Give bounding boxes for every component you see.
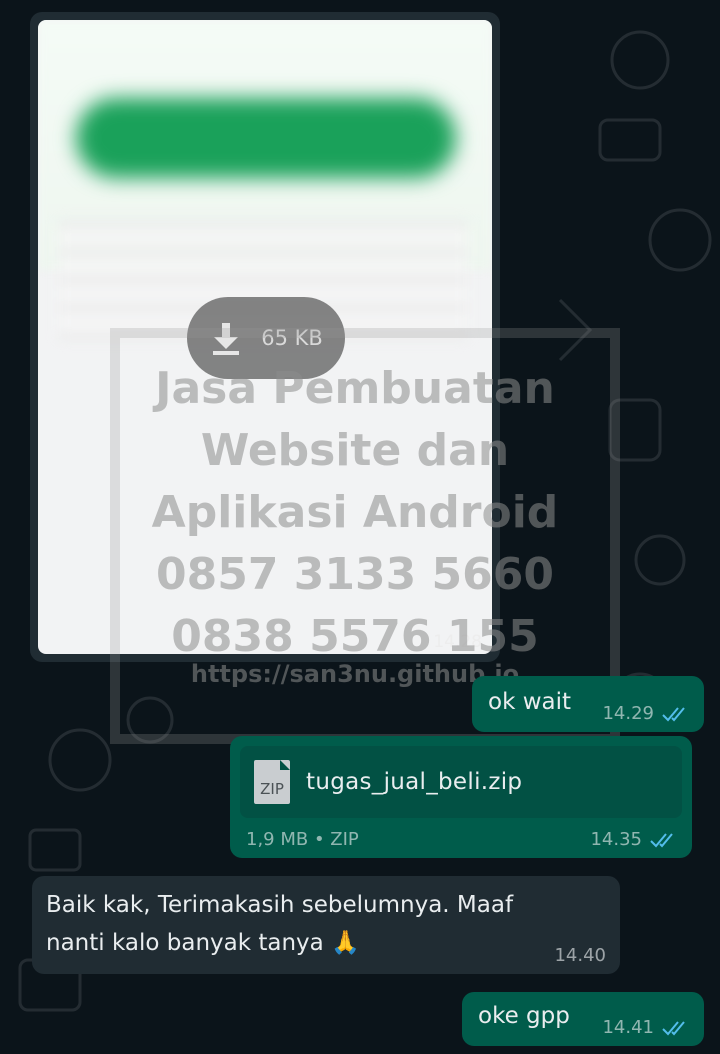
file-info: 1,9 MB • ZIP bbox=[246, 829, 359, 850]
message-line-2: nanti kalo banyak tanya 🙏 bbox=[46, 924, 513, 962]
zip-file-icon: ZIP bbox=[254, 760, 290, 804]
message-meta: 14.29 bbox=[602, 703, 690, 724]
message-text: ok wait bbox=[488, 689, 572, 715]
message-time: 14.35 bbox=[590, 829, 642, 850]
message-text: oke gpp bbox=[478, 1003, 570, 1029]
message-text: Baik kak, Terimakasih sebelumnya. Maaf n… bbox=[46, 886, 513, 962]
download-size: 65 KB bbox=[261, 326, 323, 350]
read-ticks-icon bbox=[662, 1019, 690, 1037]
image-blur-green-area bbox=[76, 98, 456, 178]
chat-area: 14.28 65 KB Jasa Pembuatan Website dan A… bbox=[0, 0, 720, 1054]
file-name: tugas_jual_beli.zip bbox=[306, 769, 523, 795]
message-baik[interactable]: Baik kak, Terimakasih sebelumnya. Maaf n… bbox=[32, 876, 620, 974]
read-ticks-icon bbox=[650, 831, 678, 849]
message-meta: 14.35 bbox=[590, 829, 678, 850]
message-meta: 14.40 bbox=[554, 945, 606, 966]
message-time: 14.40 bbox=[554, 945, 606, 966]
image-time: 14.28 bbox=[433, 632, 482, 652]
read-ticks-icon bbox=[662, 705, 690, 723]
file-attachment[interactable]: ZIP tugas_jual_beli.zip bbox=[240, 746, 682, 818]
message-time: 14.41 bbox=[602, 1017, 654, 1038]
download-button[interactable]: 65 KB bbox=[187, 297, 345, 379]
pray-emoji: 🙏 bbox=[331, 930, 360, 956]
download-icon bbox=[213, 323, 240, 355]
message-oke-gpp[interactable]: oke gpp 14.41 bbox=[462, 992, 704, 1046]
message-time: 14.29 bbox=[602, 703, 654, 724]
zip-icon-label: ZIP bbox=[260, 780, 284, 798]
message-line: nanti kalo banyak tanya bbox=[46, 930, 324, 956]
message-file[interactable]: ZIP tugas_jual_beli.zip 1,9 MB • ZIP 14.… bbox=[230, 736, 692, 858]
message-ok-wait[interactable]: ok wait 14.29 bbox=[472, 676, 704, 732]
message-line: Baik kak, Terimakasih sebelumnya. Maaf bbox=[46, 892, 514, 918]
message-meta: 14.41 bbox=[602, 1017, 690, 1038]
